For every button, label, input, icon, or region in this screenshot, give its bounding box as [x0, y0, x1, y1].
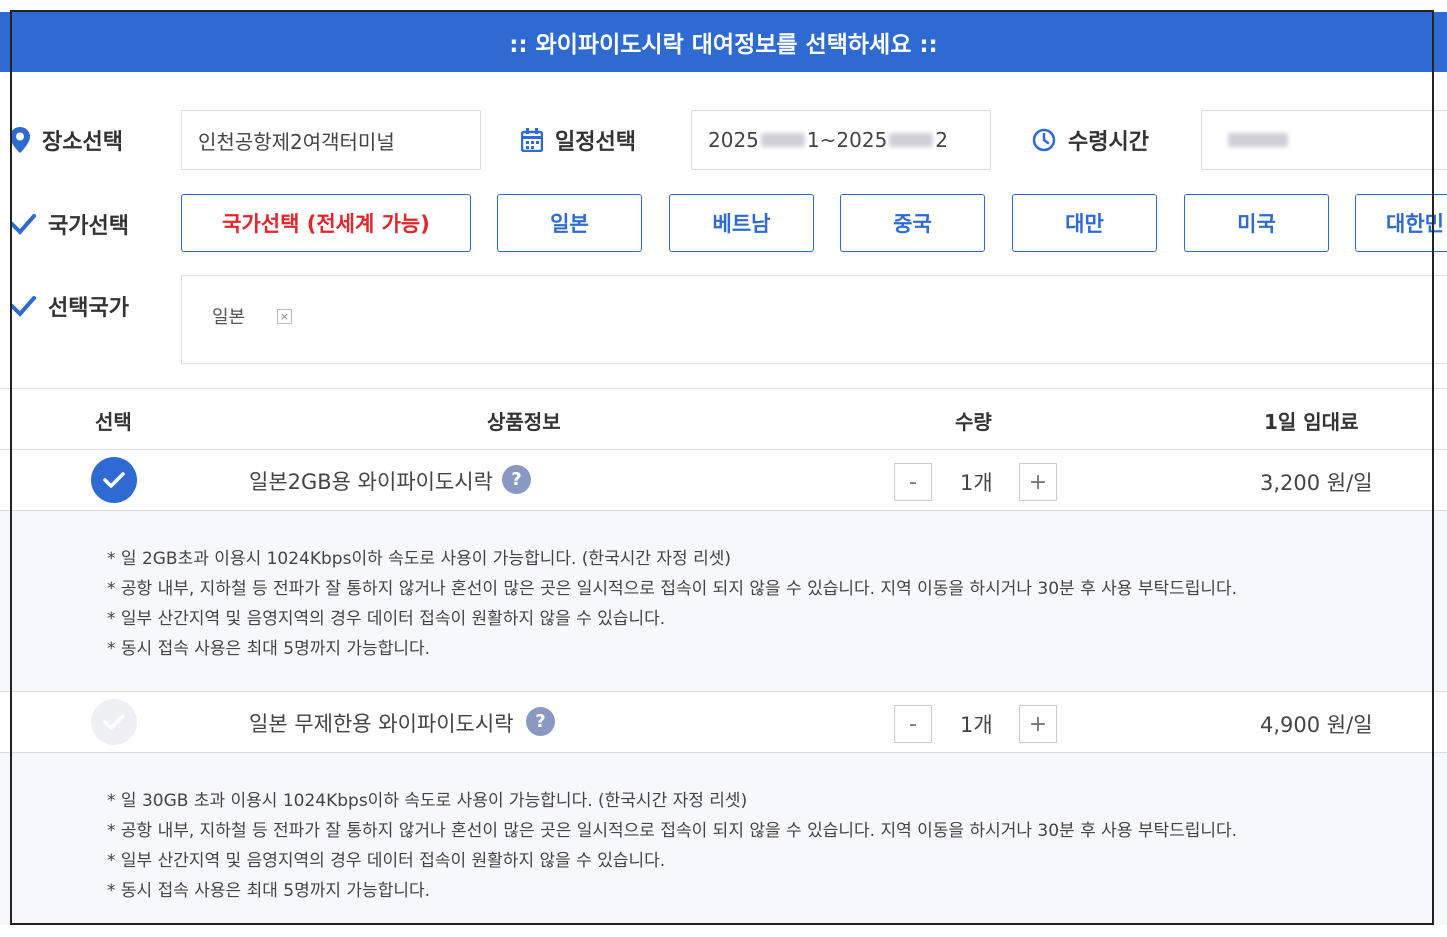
location-pin-icon: [10, 127, 30, 153]
country-korea-button[interactable]: 대한민: [1355, 194, 1447, 252]
qty-increase-button[interactable]: +: [1019, 705, 1057, 743]
col-header-product: 상품정보: [487, 410, 561, 434]
qty-value: 1개: [960, 471, 993, 495]
help-icon[interactable]: ?: [526, 707, 555, 736]
product-name: 일본 무제한용 와이파이도시락: [249, 712, 514, 736]
schedule-select[interactable]: 2025 1~2025 2: [691, 110, 991, 170]
country-taiwan-button[interactable]: 대만: [1012, 194, 1157, 252]
qty-value: 1개: [960, 713, 993, 737]
clock-icon: [1032, 128, 1056, 152]
note-line: * 일부 산간지역 및 음영지역의 경우 데이터 접속이 원활하지 않을 수 있…: [107, 609, 666, 629]
divider: [0, 449, 1447, 450]
col-header-select: 선택: [95, 410, 132, 434]
redacted-time: [1228, 133, 1288, 147]
check-icon: [103, 714, 125, 730]
country-japan-button[interactable]: 일본: [497, 194, 642, 252]
selected-country-chip: 일본: [212, 307, 246, 328]
product-notes: * 일 30GB 초과 이용시 1024Kbps이하 속도로 사용이 가능합니다…: [0, 753, 1447, 925]
product-notes: * 일 2GB초과 이용시 1024Kbps이하 속도로 사용이 가능합니다. …: [0, 511, 1447, 691]
pickup-time-select[interactable]: [1201, 110, 1447, 170]
place-select[interactable]: 인천공항제2여객터미널: [181, 110, 481, 170]
remove-country-icon[interactable]: ×: [277, 309, 292, 324]
product-select-checkbox[interactable]: [91, 457, 137, 503]
help-icon[interactable]: ?: [502, 465, 531, 494]
country-label: 국가선택: [10, 208, 129, 240]
page-header: :: 와이파이도시락 대여정보를 선택하세요 ::: [0, 12, 1447, 72]
redacted-date: [760, 133, 805, 147]
calendar-icon: [521, 128, 543, 152]
schedule-label: 일정선택: [521, 124, 636, 156]
product-select-checkbox[interactable]: [91, 699, 137, 745]
selected-country-box: [181, 275, 1447, 364]
country-vietnam-button[interactable]: 베트남: [669, 194, 814, 252]
selected-country-label: 선택국가: [10, 290, 129, 322]
country-china-button[interactable]: 중국: [840, 194, 985, 252]
note-line: * 일 30GB 초과 이용시 1024Kbps이하 속도로 사용이 가능합니다…: [107, 791, 748, 811]
note-line: * 일 2GB초과 이용시 1024Kbps이하 속도로 사용이 가능합니다. …: [107, 549, 731, 569]
divider: [0, 388, 1447, 389]
country-usa-button[interactable]: 미국: [1184, 194, 1329, 252]
qty-decrease-button[interactable]: -: [894, 705, 932, 743]
product-price: 4,900 원/일: [1260, 713, 1373, 737]
product-price: 3,200 원/일: [1260, 471, 1373, 495]
place-label: 장소선택: [10, 124, 123, 156]
note-line: * 동시 접속 사용은 최대 5명까지 가능합니다.: [107, 639, 431, 659]
qty-increase-button[interactable]: +: [1019, 463, 1057, 501]
note-line: * 공항 내부, 지하철 등 전파가 잘 통하지 않거나 혼선이 많은 곳은 일…: [107, 579, 1238, 599]
checkmark-icon: [10, 295, 36, 317]
divider: [0, 691, 1447, 692]
check-icon: [103, 472, 125, 488]
col-header-qty: 수량: [955, 410, 992, 434]
col-header-price: 1일 임대료: [1264, 410, 1359, 434]
checkmark-icon: [10, 213, 36, 235]
note-line: * 공항 내부, 지하철 등 전파가 잘 통하지 않거나 혼선이 많은 곳은 일…: [107, 821, 1238, 841]
redacted-date: [889, 133, 934, 147]
pickup-label: 수령시간: [1032, 124, 1149, 156]
product-name: 일본2GB용 와이파이도시락: [249, 470, 493, 494]
page-title: :: 와이파이도시락 대여정보를 선택하세요 ::: [509, 32, 938, 58]
country-all-button[interactable]: 국가선택 (전세계 가능): [181, 194, 471, 252]
note-line: * 동시 접속 사용은 최대 5명까지 가능합니다.: [107, 881, 431, 901]
note-line: * 일부 산간지역 및 음영지역의 경우 데이터 접속이 원활하지 않을 수 있…: [107, 851, 666, 871]
qty-decrease-button[interactable]: -: [894, 463, 932, 501]
